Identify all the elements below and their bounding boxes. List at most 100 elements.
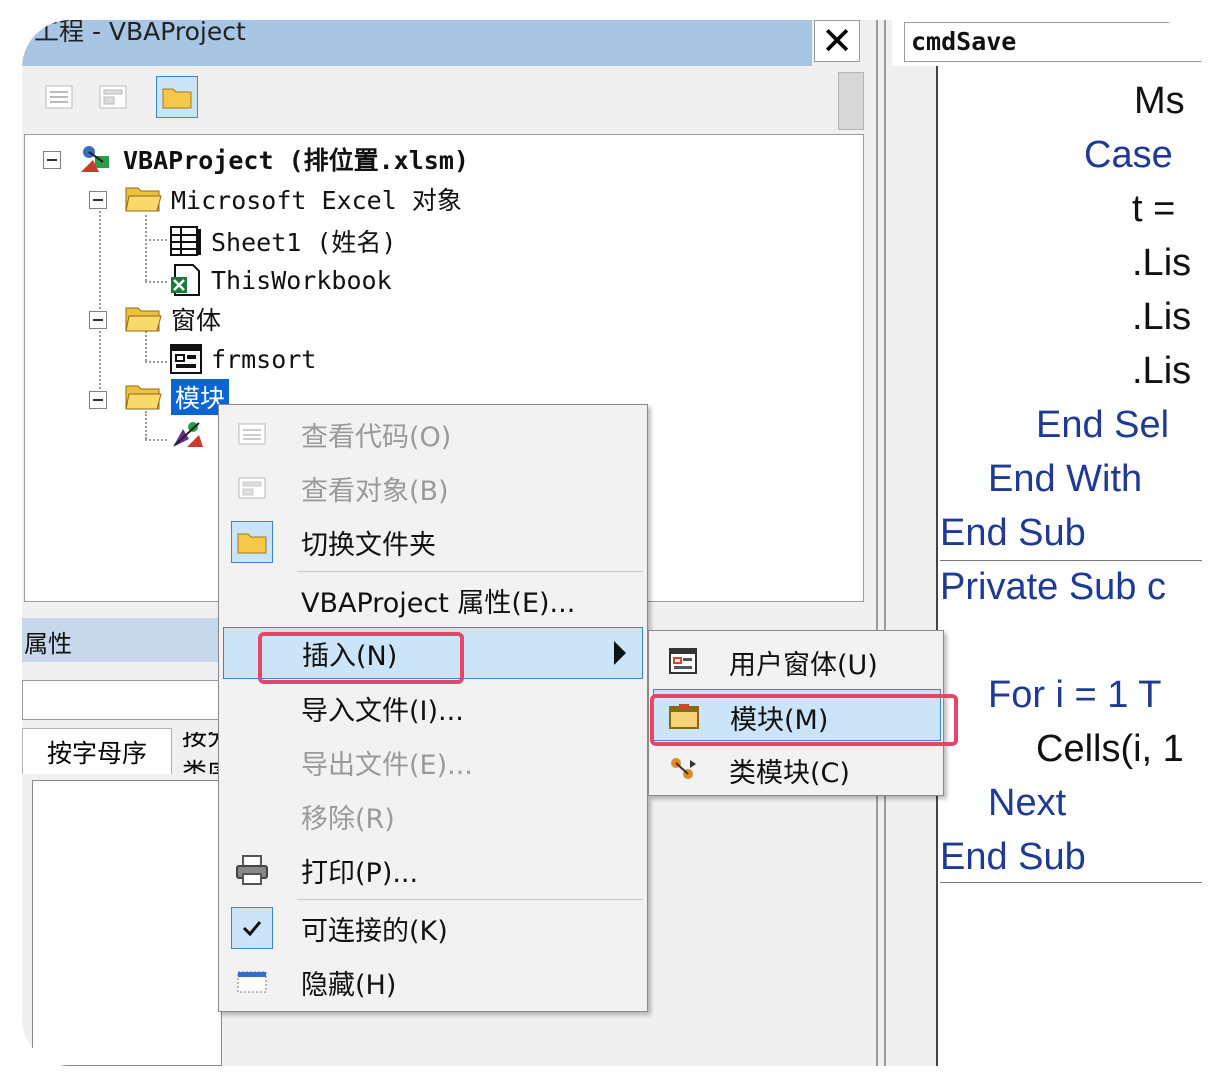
printer-icon [231, 849, 273, 891]
userform-icon [663, 641, 703, 681]
annotation-highlight-module [650, 694, 958, 746]
tree-frmsort[interactable]: frmsort [169, 343, 316, 375]
folder-open-icon [125, 307, 162, 332]
menu-item-hide[interactable]: 隐藏(H) [219, 955, 647, 1009]
code-window: cmdSave Ms Case t = .Lis .Lis .Lis End Sel End … [892, 20, 1202, 1066]
menu-item-toggle-folders[interactable]: 切换文件夹 [219, 515, 647, 569]
code-line[interactable]: End Sel [1036, 404, 1169, 447]
code-line[interactable]: Cells(i, 1 [1036, 728, 1184, 771]
root-collapse-toggle[interactable] [43, 151, 61, 169]
class-module-icon [663, 749, 703, 789]
procedure-separator [940, 560, 1202, 561]
toggle-folders-button[interactable] [156, 76, 198, 118]
properties-title: 属性 [24, 630, 72, 658]
userform-icon [170, 344, 202, 374]
tree-thisworkbook-label: ThisWorkbook [211, 265, 392, 295]
menu-item-project-properties[interactable]: VBAProject 属性(E)... [219, 573, 647, 627]
submenu-item-userform-label: 用户窗体(U) [729, 650, 878, 681]
submenu-item-userform[interactable]: 用户窗体(U) [649, 635, 943, 687]
tab-alphabetic[interactable]: 按字母序 [22, 728, 172, 774]
menu-item-print-label: 打印(P)... [301, 857, 419, 889]
tree-connector [145, 411, 147, 439]
annotation-highlight-insert [258, 632, 464, 684]
object-combo[interactable]: cmdSave [904, 22, 1202, 62]
folder-open-icon [125, 385, 162, 410]
forms-collapse-toggle[interactable] [89, 311, 107, 329]
tree-root[interactable]: VBAProject (排位置.xlsm) [77, 141, 469, 177]
close-button[interactable]: ✕ [814, 20, 860, 62]
hide-window-icon [231, 961, 273, 1003]
view-object-button[interactable] [92, 76, 134, 118]
code-line[interactable]: Next [988, 782, 1066, 825]
submenu-item-class-module[interactable]: 类模块(C) [649, 743, 943, 795]
menu-item-export-file-label: 导出文件(E)... [301, 749, 473, 781]
tree-root-label: VBAProject (排位置.xlsm) [123, 146, 469, 175]
checkmark-icon [231, 907, 273, 949]
view-code-button[interactable] [38, 76, 80, 118]
tree-thisworkbook[interactable]: ThisWorkbook [169, 263, 392, 297]
toolbar-scroll-button[interactable] [838, 72, 864, 130]
tree-connector [99, 203, 101, 409]
code-line[interactable]: t = [1132, 188, 1175, 231]
code-line[interactable]: Private Sub c [940, 566, 1166, 609]
code-line[interactable]: End With [988, 458, 1142, 501]
menu-item-toggle-folders-label: 切换文件夹 [301, 529, 436, 561]
code-margin-bar [892, 66, 938, 1066]
excel-objects-collapse-toggle[interactable] [89, 191, 107, 209]
context-menu: 查看代码(O) 查看对象(B) 切换文件夹 VBAProject 属性(E)..… [218, 404, 648, 1012]
menu-item-dockable[interactable]: 可连接的(K) [219, 901, 647, 955]
code-line[interactable]: Ms [1134, 80, 1185, 123]
worksheet-icon [170, 226, 201, 256]
folder-icon [231, 521, 273, 563]
tree-sheet1[interactable]: Sheet1 (姓名) [169, 223, 396, 259]
tree-frmsort-label: frmsort [211, 344, 317, 374]
tree-excel-objects[interactable]: Microsoft Excel 对象 [125, 181, 462, 217]
menu-item-import-file[interactable]: 导入文件(I)... [219, 681, 647, 735]
submenu-item-class-module-label: 类模块(C) [729, 758, 850, 789]
code-line[interactable]: .Lis [1132, 296, 1191, 339]
code-line[interactable]: For i = 1 T [988, 674, 1162, 717]
project-titlebar: 工程 - VBAProject [22, 20, 812, 66]
submenu-arrow-icon [614, 641, 626, 665]
tree-forms[interactable]: 窗体 [125, 301, 221, 337]
project-toolbar [22, 66, 867, 132]
folder-open-icon [125, 187, 162, 212]
view-code-icon [45, 85, 73, 109]
menu-item-remove[interactable]: 移除(R) [219, 789, 647, 843]
code-line[interactable]: End Sub [940, 836, 1086, 879]
vbe-screenshot: 工程 - VBAProject ✕ VBAProject (排位置.xlsm) … [22, 20, 1202, 1066]
tree-connector [145, 439, 167, 441]
menu-item-view-object[interactable]: 查看对象(B) [219, 461, 647, 515]
splitter[interactable] [870, 20, 892, 1066]
tree-connector [145, 361, 167, 363]
menu-item-import-file-label: 导入文件(I)... [301, 695, 464, 727]
code-line[interactable]: End Sub [940, 512, 1086, 555]
code-line[interactable]: .Lis [1132, 350, 1191, 393]
properties-object-combo[interactable] [22, 680, 222, 720]
menu-item-print[interactable]: 打印(P)... [219, 843, 647, 897]
menu-item-view-code[interactable]: 查看代码(O) [219, 407, 647, 461]
folder-icon [162, 88, 192, 109]
menu-separator [297, 571, 643, 572]
view-object-icon [99, 85, 127, 109]
modules-collapse-toggle[interactable] [89, 391, 107, 409]
menu-item-remove-label: 移除(R) [301, 803, 395, 835]
menu-item-view-code-label: 查看代码(O) [301, 421, 452, 453]
tree-modules[interactable]: 模块 [125, 379, 230, 415]
workbook-icon [171, 264, 200, 296]
tree-connector [145, 215, 147, 281]
tree-excel-objects-label: Microsoft Excel 对象 [171, 186, 462, 215]
menu-item-project-properties-label: VBAProject 属性(E)... [301, 587, 576, 619]
tree-sheet1-label: Sheet1 (姓名) [211, 228, 397, 257]
code-line[interactable]: Case [1084, 134, 1173, 177]
menu-item-export-file[interactable]: 导出文件(E)... [219, 735, 647, 789]
module-icon [173, 422, 203, 447]
view-object-icon [231, 467, 273, 509]
view-code-icon [231, 413, 273, 455]
code-line[interactable]: .Lis [1132, 242, 1191, 285]
tree-module-item[interactable] [169, 417, 215, 451]
menu-item-view-object-label: 查看对象(B) [301, 475, 449, 507]
close-icon: ✕ [821, 20, 853, 63]
properties-grid [32, 780, 222, 1066]
menu-item-dockable-label: 可连接的(K) [301, 915, 448, 947]
